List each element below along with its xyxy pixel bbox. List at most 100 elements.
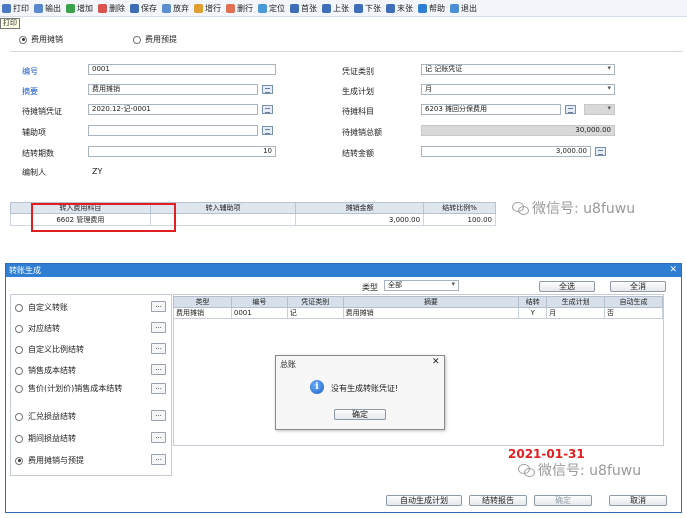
toolbar-item-add[interactable]: 增加 [66,3,93,14]
table-cell[interactable]: Y [518,307,548,319]
toolbar-item-label: 末张 [397,3,413,13]
last-icon [386,3,395,13]
toolbar-item-label: 输出 [45,3,61,13]
periods-field[interactable]: 10 [88,146,276,157]
pending-voucher-ref-button[interactable] [262,105,273,114]
ok-button[interactable]: 确定 [534,495,592,506]
calculator-button[interactable] [595,147,606,156]
col-header: 摘要 [342,296,520,308]
toolbar-item-label: 保存 [141,3,157,13]
toolbar-item-export[interactable]: 输出 [34,3,61,14]
select-all-button[interactable]: 全选 [539,281,595,292]
toolbar-item-label: 首张 [301,3,317,13]
print-icon [2,3,11,13]
transfer-amount-field[interactable]: 3,000.00 [421,146,591,157]
pending-subject-ref-button[interactable] [565,105,576,114]
col-header: 摊销金额 [295,202,425,214]
voucher-type-label: 凭证类别 [342,67,374,76]
toolbar-item-prev[interactable]: 上张 [322,3,349,14]
summary-label: 摘要 [22,87,38,96]
cancel-button[interactable]: 取消 [609,495,667,506]
help-icon [418,3,427,13]
prev-icon [322,3,331,13]
radio-icon [15,434,23,443]
option-settings-button[interactable]: ... [151,454,166,465]
toolbar-item-locate[interactable]: 定位 [258,3,285,14]
toolbar-item-label: 退出 [461,3,477,13]
aux-field[interactable] [88,125,258,136]
toolbar-item-label: 删除 [109,3,125,13]
toolbar-item-label: 定位 [269,3,285,13]
code-field[interactable]: 0001 [88,64,276,75]
transfer-option[interactable]: 费用摊销与预提 [15,455,84,466]
report-button[interactable]: 结转报告 [469,495,527,506]
transfer-option[interactable]: 汇兑损益结转 [15,411,76,422]
table-cell[interactable]: 费用摊销 [342,307,520,319]
toolbar-item-delete-row[interactable]: 删行 [226,3,253,14]
radio-accrual[interactable]: 费用预提 [133,34,177,45]
transfer-option-label: 售价(计划价)销售成本结转 [28,384,123,393]
summary-ref-button[interactable] [262,85,273,94]
clear-all-button[interactable]: 全消 [610,281,666,292]
voucher-type-select[interactable]: 记 记账凭证 [421,64,615,75]
summary-field[interactable]: 费用摊销 [88,84,258,95]
transfer-option-label: 汇兑损益结转 [28,412,76,421]
toolbar-item-last[interactable]: 末张 [386,3,413,14]
toolbar-item-label: 下张 [365,3,381,13]
pending-subject-aux-select [584,104,615,115]
transfer-option-label: 自定义转账 [28,303,68,312]
pending-subject-field[interactable]: 6203 摊回分保费用 [421,104,561,115]
radio-amortize[interactable]: 费用摊销 [19,34,63,45]
toolbar-item-print[interactable]: 打印 [2,3,29,14]
option-settings-button[interactable]: ... [151,301,166,312]
radio-amortize-icon [19,35,27,44]
option-settings-button[interactable]: ... [151,322,166,333]
table-cell[interactable]: 费用摊销 [173,307,232,319]
transfer-option[interactable]: 销售成本结转 [15,365,76,376]
export-icon [34,3,43,13]
toolbar-item-delete[interactable]: 删除 [98,3,125,14]
msgbox-ok-button[interactable]: 确定 [334,409,386,420]
option-settings-button[interactable]: ... [151,364,166,375]
col-header: 类型 [173,296,232,308]
toolbar-item-save[interactable]: 保存 [130,3,157,14]
table-cell[interactable]: 否 [604,307,663,319]
transfer-option[interactable]: 对应结转 [15,323,60,334]
transfer-type-list: 自定义转账... 对应结转... 自定义比例结转... 销售成本结转... 售价(计划价… [10,294,172,476]
option-settings-button[interactable]: ... [151,410,166,421]
toolbar-item-next[interactable]: 下张 [354,3,381,14]
table-cell[interactable]: 100.00 [423,213,496,226]
type-select[interactable]: 全部 [384,280,459,291]
radio-amortize-label: 费用摊销 [31,35,63,44]
transfer-option[interactable]: 自定义转账 [15,302,68,313]
table-cell[interactable]: 月 [546,307,606,319]
toolbar-item-discard[interactable]: 放弃 [162,3,189,14]
toolbar-item-add-row[interactable]: 增行 [194,3,221,14]
table-row[interactable]: 费用摊销 0001 记 费用摊销 Y 月 否 [173,307,663,319]
auto-plan-button[interactable]: 自动生成计划 [386,495,462,506]
toolbar-item-first[interactable]: 首张 [290,3,317,14]
toolbar-item-exit[interactable]: 退出 [450,3,477,14]
toolbar-item-help[interactable]: 帮助 [418,3,445,14]
toolbar-item-label: 增加 [77,3,93,13]
plan-select[interactable]: 月 [421,84,615,95]
table-cell[interactable]: 3,000.00 [295,213,425,226]
transfer-option[interactable]: 期间损益结转 [15,433,76,444]
table-cell[interactable]: 记 [286,307,344,319]
close-icon[interactable]: ✕ [669,264,677,277]
transfer-option[interactable]: 售价(计划价)销售成本结转 [15,384,128,393]
toolbar-item-label: 删行 [237,3,253,13]
pending-total-label: 待摊销总额 [342,128,382,137]
toolbar-item-label: 增行 [205,3,221,13]
pending-voucher-field[interactable]: 2020.12-记-0001 [88,104,258,115]
aux-ref-button[interactable] [262,126,273,135]
option-settings-button[interactable]: ... [151,432,166,443]
transfer-option[interactable]: 自定义比例结转 [15,344,84,355]
table-cell[interactable]: 0001 [230,307,288,319]
option-settings-button[interactable]: ... [151,383,166,394]
message-box: 总账 ✕ i 没有生成转账凭证! 确定 [275,355,445,430]
dialog-title: 转账生成 [9,266,41,275]
option-settings-button[interactable]: ... [151,343,166,354]
close-icon[interactable]: ✕ [432,357,440,367]
toolbar-item-label: 上张 [333,3,349,13]
